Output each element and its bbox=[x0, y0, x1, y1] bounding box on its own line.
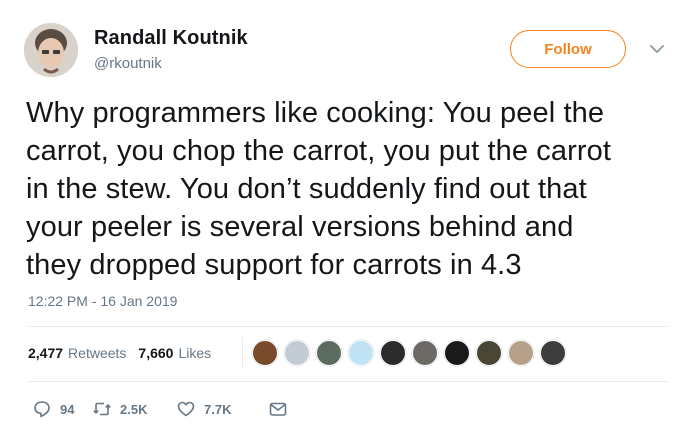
tweet-header: Randall Koutnik @rkoutnik Follow bbox=[0, 0, 700, 90]
direct-message-action[interactable] bbox=[268, 399, 296, 419]
tweet-actions: 94 2.5K 7.7K bbox=[32, 398, 296, 420]
liker-avatar-1[interactable] bbox=[252, 340, 278, 366]
liker-avatar-6[interactable] bbox=[412, 340, 438, 366]
heart-icon bbox=[177, 401, 195, 417]
divider bbox=[28, 381, 668, 382]
liker-avatar-10[interactable] bbox=[540, 340, 566, 366]
like-action[interactable]: 7.7K bbox=[176, 399, 268, 419]
divider bbox=[28, 326, 668, 327]
reply-count: 94 bbox=[60, 401, 75, 417]
retweets-stat[interactable]: 2,477 Retweets bbox=[28, 345, 126, 361]
liker-avatar-8[interactable] bbox=[476, 340, 502, 366]
likes-label: Likes bbox=[178, 345, 212, 361]
liker-avatar-7[interactable] bbox=[444, 340, 470, 366]
tweet-stats: 2,477 Retweets 7,660 Likes bbox=[28, 345, 223, 361]
stats-divider bbox=[242, 337, 243, 369]
retweet-action[interactable]: 2.5K bbox=[92, 399, 176, 419]
retweet-count: 2.5K bbox=[120, 401, 148, 417]
liker-avatar-5[interactable] bbox=[380, 340, 406, 366]
liker-avatar-4[interactable] bbox=[348, 340, 374, 366]
likes-count: 7,660 bbox=[138, 345, 174, 361]
liker-avatar-3[interactable] bbox=[316, 340, 342, 366]
author-handle[interactable]: @rkoutnik bbox=[94, 55, 162, 72]
tweet-text: Why programmers like cooking: You peel t… bbox=[26, 97, 611, 281]
author-avatar[interactable] bbox=[24, 23, 78, 77]
liker-avatars bbox=[252, 340, 572, 366]
author-name[interactable]: Randall Koutnik bbox=[94, 27, 248, 50]
tweet-timestamp[interactable]: 12:22 PM - 16 Jan 2019 bbox=[28, 293, 177, 309]
like-count: 7.7K bbox=[204, 401, 232, 417]
envelope-icon bbox=[269, 402, 287, 416]
follow-button[interactable]: Follow bbox=[510, 30, 626, 68]
reply-icon bbox=[34, 401, 50, 418]
retweets-label: Retweets bbox=[68, 345, 127, 361]
retweets-count: 2,477 bbox=[28, 345, 64, 361]
reply-action[interactable]: 94 bbox=[32, 399, 92, 419]
likes-stat[interactable]: 7,660 Likes bbox=[138, 345, 211, 361]
liker-avatar-9[interactable] bbox=[508, 340, 534, 366]
retweet-icon bbox=[93, 402, 111, 416]
chevron-down-icon[interactable] bbox=[648, 40, 666, 58]
liker-avatar-2[interactable] bbox=[284, 340, 310, 366]
